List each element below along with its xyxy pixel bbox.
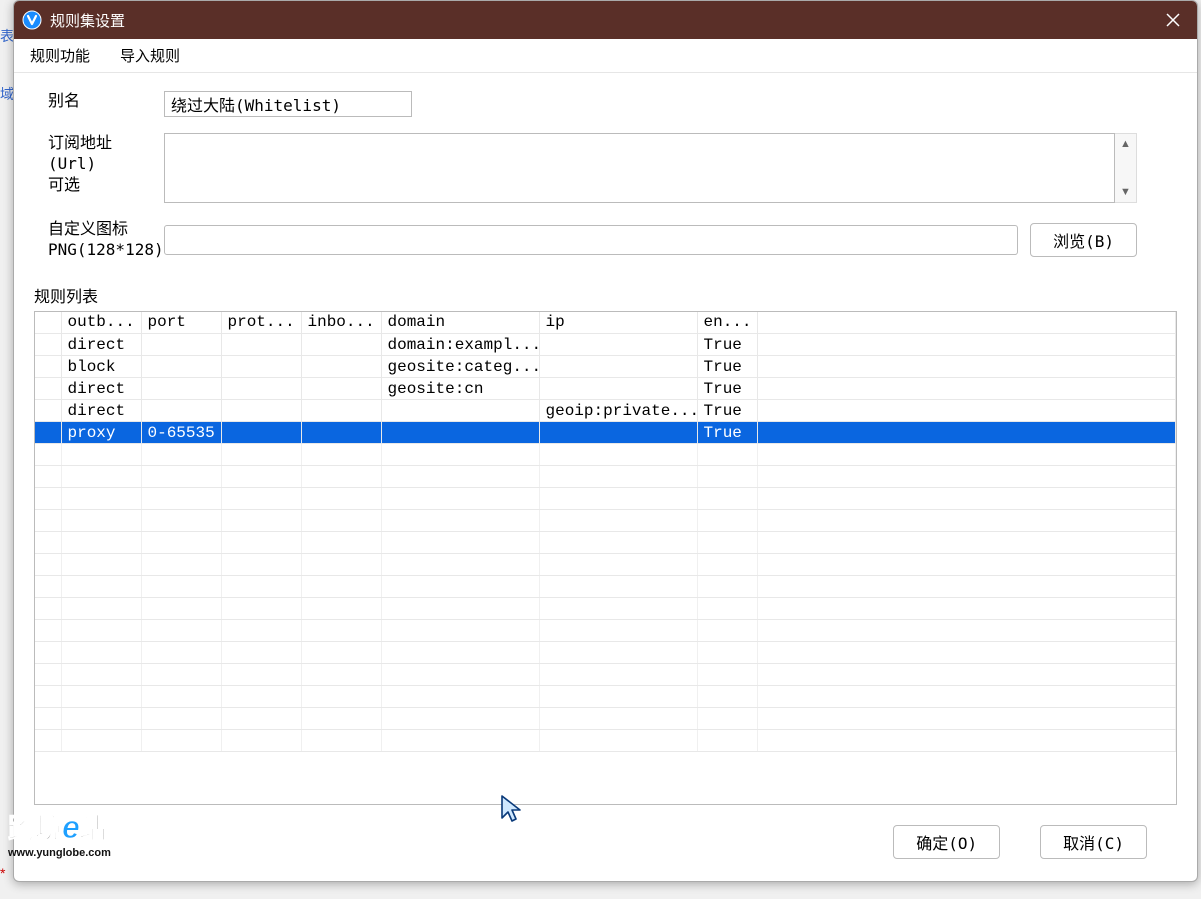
app-icon bbox=[22, 10, 42, 30]
scroll-up-icon[interactable]: ▲ bbox=[1115, 134, 1136, 154]
table-row[interactable]: directgeoip:private...True bbox=[35, 400, 1176, 422]
table-row[interactable] bbox=[35, 510, 1176, 532]
ok-button[interactable]: 确定(O) bbox=[893, 825, 1000, 859]
table-row[interactable]: directdomain:exampl...True bbox=[35, 334, 1176, 356]
alias-input[interactable] bbox=[164, 91, 412, 117]
titlebar: 规则集设置 bbox=[14, 1, 1197, 39]
url-label-2: 可选 bbox=[48, 175, 152, 196]
col-protocol[interactable]: prot... bbox=[221, 312, 301, 334]
col-domain[interactable]: domain bbox=[381, 312, 539, 334]
grid-header-row: outb... port prot... inbo... domain ip e… bbox=[35, 312, 1176, 334]
table-row[interactable] bbox=[35, 444, 1176, 466]
table-row[interactable]: blockgeosite:categ...True bbox=[35, 356, 1176, 378]
menu-rule-function[interactable]: 规则功能 bbox=[24, 41, 96, 70]
table-row[interactable]: directgeosite:cnTrue bbox=[35, 378, 1176, 400]
col-inbound[interactable]: inbo... bbox=[301, 312, 381, 334]
table-row[interactable] bbox=[35, 730, 1176, 752]
col-outbound[interactable]: outb... bbox=[61, 312, 141, 334]
col-ip[interactable]: ip bbox=[539, 312, 697, 334]
table-row[interactable] bbox=[35, 686, 1176, 708]
cancel-button[interactable]: 取消(C) bbox=[1040, 825, 1147, 859]
table-row[interactable] bbox=[35, 620, 1176, 642]
table-row[interactable] bbox=[35, 554, 1176, 576]
rule-list-section: 规则列表 outb... port prot... inbo... domain… bbox=[14, 283, 1197, 811]
alias-row: 别名 bbox=[34, 91, 1177, 117]
table-row[interactable] bbox=[35, 664, 1176, 686]
ruleset-settings-window: 规则集设置 规则功能 导入规则 别名 订阅地址(Url) 可选 bbox=[13, 0, 1198, 882]
table-row[interactable] bbox=[35, 488, 1176, 510]
browse-button[interactable]: 浏览(B) bbox=[1030, 223, 1137, 257]
col-enabled[interactable]: en... bbox=[697, 312, 757, 334]
table-row[interactable] bbox=[35, 576, 1176, 598]
form-area: 别名 订阅地址(Url) 可选 ▲ ▼ 自定义图标 PNG(128*128) bbox=[14, 73, 1197, 283]
menu-import-rule[interactable]: 导入规则 bbox=[114, 41, 186, 70]
url-label-1: 订阅地址(Url) bbox=[48, 133, 152, 175]
window-title: 规则集设置 bbox=[50, 10, 125, 31]
dialog-button-bar: 确定(O) 取消(C) bbox=[14, 811, 1197, 881]
table-row[interactable] bbox=[35, 598, 1176, 620]
icon-path-input[interactable] bbox=[164, 225, 1018, 255]
rule-grid[interactable]: outb... port prot... inbo... domain ip e… bbox=[34, 311, 1177, 805]
table-row[interactable] bbox=[35, 532, 1176, 554]
icon-row: 自定义图标 PNG(128*128) 浏览(B) bbox=[34, 219, 1177, 261]
rule-list-label: 规则列表 bbox=[34, 283, 1191, 307]
icon-label-2: PNG(128*128) bbox=[48, 240, 152, 261]
alias-label: 别名 bbox=[48, 91, 80, 110]
url-scrollbar[interactable]: ▲ ▼ bbox=[1115, 133, 1137, 203]
close-button[interactable] bbox=[1149, 1, 1197, 39]
menubar: 规则功能 导入规则 bbox=[14, 39, 1197, 73]
icon-label-1: 自定义图标 bbox=[48, 219, 152, 240]
table-row[interactable] bbox=[35, 708, 1176, 730]
col-port[interactable]: port bbox=[141, 312, 221, 334]
table-row[interactable] bbox=[35, 642, 1176, 664]
table-row[interactable] bbox=[35, 466, 1176, 488]
url-row: 订阅地址(Url) 可选 ▲ ▼ bbox=[34, 133, 1177, 203]
url-textarea[interactable] bbox=[164, 133, 1115, 203]
scroll-down-icon[interactable]: ▼ bbox=[1115, 182, 1136, 202]
table-row[interactable]: proxy0-65535True bbox=[35, 422, 1176, 444]
